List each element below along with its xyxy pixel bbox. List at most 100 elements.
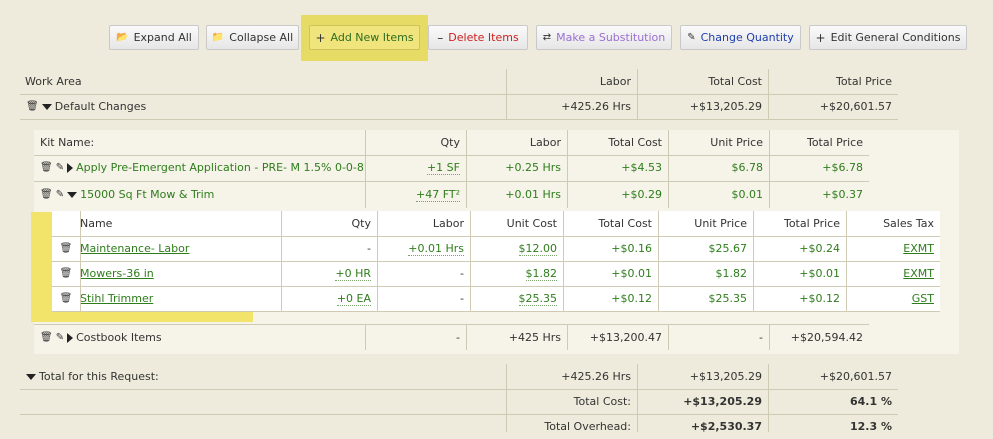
folder-open-icon: 📂: [116, 31, 129, 43]
trash-icon[interactable]: 🗑: [40, 332, 53, 343]
total-cost-row: Total Cost: +$13,205.29 64.1 %: [20, 389, 898, 414]
trash-icon[interactable]: 🗑: [40, 162, 53, 173]
divider: [768, 364, 769, 432]
item-labor[interactable]: +0.01 Hrs: [408, 242, 464, 256]
kit-total-cost: +$0.29: [621, 188, 662, 201]
divider: [768, 69, 769, 119]
item-name[interactable]: Mowers-36 in: [80, 267, 154, 280]
expand-triangle-icon[interactable]: [67, 332, 74, 343]
divider: [668, 325, 669, 350]
make-substitution-button[interactable]: ⇄ Make a Substitution: [536, 25, 672, 50]
default-labor: +425.26 Hrs: [561, 100, 631, 113]
divider: [470, 211, 471, 311]
item-row[interactable]: 🗑 Stihl Trimmer +0 EA - $25.35 +$0.12 $2…: [52, 286, 940, 311]
kit-name[interactable]: 15000 Sq Ft Mow & Trim: [80, 188, 214, 201]
kit-header-row: Kit Name: Qty Labor Total Cost Unit Pric…: [34, 130, 869, 155]
trash-icon[interactable]: 🗑: [26, 101, 39, 112]
item-sales-tax[interactable]: GST: [912, 292, 934, 305]
item-total-cost-header: Total Cost: [598, 217, 652, 230]
folder-icon: 📁: [211, 31, 225, 43]
kit-qty: -: [456, 331, 460, 344]
item-labor: -: [460, 267, 464, 280]
item-total-cost: +$0.01: [611, 267, 652, 280]
divider: [769, 130, 770, 208]
kit-row[interactable]: 🗑 ✎ 15000 Sq Ft Mow & Trim +47 FT² +0.01…: [34, 182, 869, 207]
edit-general-conditions-button[interactable]: + Edit General Conditions: [809, 25, 967, 50]
item-sales-tax[interactable]: EXMT: [903, 242, 934, 255]
kit-qty[interactable]: +47 FT²: [416, 188, 460, 202]
collapse-triangle-icon[interactable]: [26, 373, 36, 380]
kit-total-cost: +$4.53: [621, 161, 662, 174]
delete-items-button[interactable]: – Delete Items: [428, 25, 528, 50]
expand-all-button[interactable]: 📂 Expand All: [109, 25, 199, 50]
total-overhead-row: Total Overhead: +$2,530.37 12.3 %: [20, 414, 898, 439]
edit-icon[interactable]: ✎: [56, 162, 64, 173]
item-name[interactable]: Stihl Trimmer: [80, 292, 153, 305]
totals-label: Total for this Request:: [39, 370, 159, 383]
kit-unit-price: -: [759, 331, 763, 344]
kit-labor: +425 Hrs: [508, 331, 561, 344]
kit-name[interactable]: Apply Pre-Emergent Application - PRE- M …: [76, 161, 365, 174]
kit-unit-price: $6.78: [731, 161, 764, 174]
divider: [52, 311, 940, 312]
divider: [846, 211, 847, 311]
trash-icon[interactable]: 🗑: [40, 189, 53, 200]
trash-icon[interactable]: 🗑: [60, 293, 73, 304]
kit-qty[interactable]: +1 SF: [426, 161, 460, 175]
kit-name[interactable]: Costbook Items: [76, 331, 162, 344]
item-unit-cost[interactable]: $25.35: [518, 292, 557, 306]
collapse-all-label: Collapse All: [229, 31, 294, 44]
default-changes-row[interactable]: 🗑 Default Changes +425.26 Hrs +$13,205.2…: [20, 94, 898, 119]
divider: [466, 325, 467, 350]
work-area-header: Work Area: [25, 75, 82, 88]
item-qty-header: Qty: [351, 217, 371, 230]
pencil-icon: ✎: [687, 31, 696, 43]
edit-icon[interactable]: ✎: [56, 189, 64, 200]
item-unit-cost[interactable]: $12.00: [518, 242, 557, 256]
item-sales-tax[interactable]: EXMT: [903, 267, 934, 280]
divider: [567, 325, 568, 350]
item-row[interactable]: 🗑 Mowers-36 in +0 HR - $1.82 +$0.01 $1.8…: [52, 261, 940, 286]
total-cost-value: +$13,205.29: [683, 395, 762, 408]
divider: [506, 364, 507, 432]
item-total-price: +$0.01: [799, 267, 840, 280]
item-unit-price: $25.67: [708, 242, 748, 255]
totals-row[interactable]: Total for this Request: +425.26 Hrs +$13…: [20, 364, 898, 389]
item-total-price-header: Total Price: [783, 217, 840, 230]
item-unit-cost-header: Unit Cost: [506, 217, 557, 230]
kit-row[interactable]: 🗑 ✎ Costbook Items - +425 Hrs +$13,200.4…: [34, 325, 869, 350]
total-cost-percent: 64.1 %: [850, 395, 892, 408]
trash-icon[interactable]: 🗑: [60, 243, 73, 254]
add-new-items-button[interactable]: + Add New Items: [309, 25, 420, 50]
item-name[interactable]: Maintenance- Labor: [80, 242, 189, 255]
item-qty[interactable]: +0 EA: [336, 292, 371, 306]
item-unit-price: $1.82: [715, 267, 748, 280]
default-total-cost: +$13,205.29: [689, 100, 762, 113]
item-qty[interactable]: +0 HR: [335, 267, 371, 281]
collapse-all-button[interactable]: 📁 Collapse All: [206, 25, 299, 50]
items-header-row: Name Qty Labor Unit Cost Total Cost Unit…: [52, 211, 940, 236]
item-name-header: Name: [80, 217, 113, 230]
divider: [365, 325, 366, 350]
kit-total-price: +$0.37: [822, 188, 863, 201]
divider: [658, 211, 659, 311]
expand-triangle-icon[interactable]: [67, 162, 74, 173]
divider: [563, 211, 564, 311]
item-unit-price-header: Unit Price: [694, 217, 747, 230]
trash-icon[interactable]: 🗑: [60, 268, 73, 279]
kit-row[interactable]: 🗑 ✎ Apply Pre-Emergent Application - PRE…: [34, 155, 869, 180]
divider: [466, 130, 467, 208]
divider: [753, 211, 754, 311]
collapse-triangle-icon[interactable]: [67, 191, 78, 198]
totals-labor: +425.26 Hrs: [561, 370, 631, 383]
collapse-triangle-icon[interactable]: [41, 103, 52, 110]
edit-general-conditions-label: Edit General Conditions: [830, 31, 961, 44]
divider: [637, 69, 638, 119]
divider: [567, 130, 568, 208]
item-unit-price: $25.35: [708, 292, 748, 305]
edit-icon[interactable]: ✎: [56, 332, 64, 343]
change-quantity-button[interactable]: ✎ Change Quantity: [680, 25, 801, 50]
item-unit-cost[interactable]: $1.82: [525, 267, 557, 281]
item-row[interactable]: 🗑 Maintenance- Labor - +0.01 Hrs $12.00 …: [52, 236, 940, 261]
total-cost-label: Total Cost:: [573, 395, 631, 408]
